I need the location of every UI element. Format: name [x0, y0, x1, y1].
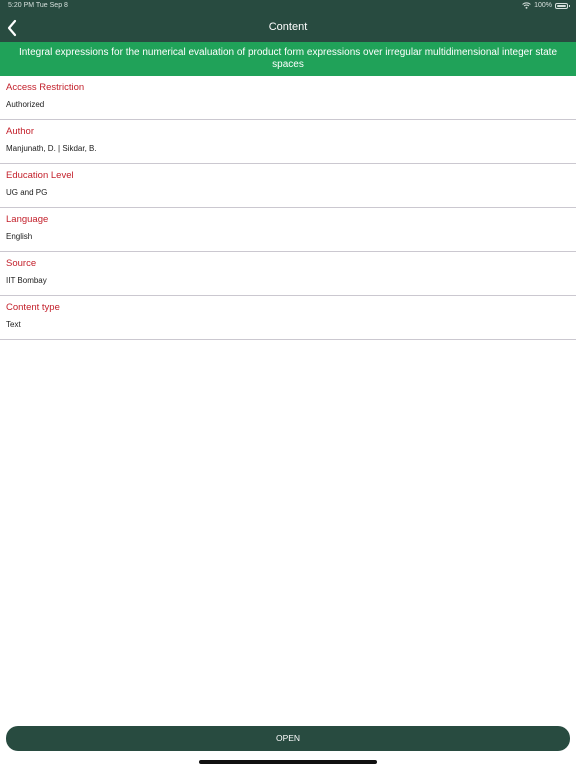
detail-language: Language English: [0, 208, 576, 252]
home-indicator: [199, 760, 377, 764]
detail-label: Content type: [6, 302, 60, 313]
content-title-banner: Integral expressions for the numerical e…: [0, 42, 576, 76]
battery-icon: [555, 2, 570, 9]
detail-value: Authorized: [6, 100, 45, 109]
detail-value: IIT Bombay: [6, 276, 47, 285]
content-screen: 5:20 PM Tue Sep 8 100% Content Integral …: [0, 0, 576, 768]
detail-education-level: Education Level UG and PG: [0, 164, 576, 208]
wifi-icon: [522, 2, 531, 9]
detail-access-restriction: Access Restriction Authorized: [0, 76, 576, 120]
open-button[interactable]: OPEN: [6, 726, 570, 751]
detail-value: Text: [6, 320, 21, 329]
detail-source: Source IIT Bombay: [0, 252, 576, 296]
content-details-list: Access Restriction Authorized Author Man…: [0, 76, 576, 340]
detail-value: Manjunath, D. | Sikdar, B.: [6, 144, 97, 153]
detail-author: Author Manjunath, D. | Sikdar, B.: [0, 120, 576, 164]
detail-label: Language: [6, 214, 49, 225]
detail-label: Author: [6, 126, 34, 137]
detail-value: English: [6, 232, 33, 241]
detail-content-type: Content type Text: [0, 296, 576, 340]
status-indicators: 100%: [522, 2, 570, 9]
battery-percentage: 100%: [534, 2, 552, 9]
detail-label: Education Level: [6, 170, 74, 181]
detail-value: UG and PG: [6, 188, 48, 197]
page-title: Content: [268, 21, 308, 33]
detail-label: Source: [6, 258, 37, 269]
status-time: 5:20 PM Tue Sep 8: [8, 2, 68, 9]
navigation-bar: 5:20 PM Tue Sep 8 100% Content: [0, 0, 576, 42]
detail-label: Access Restriction: [6, 82, 85, 93]
